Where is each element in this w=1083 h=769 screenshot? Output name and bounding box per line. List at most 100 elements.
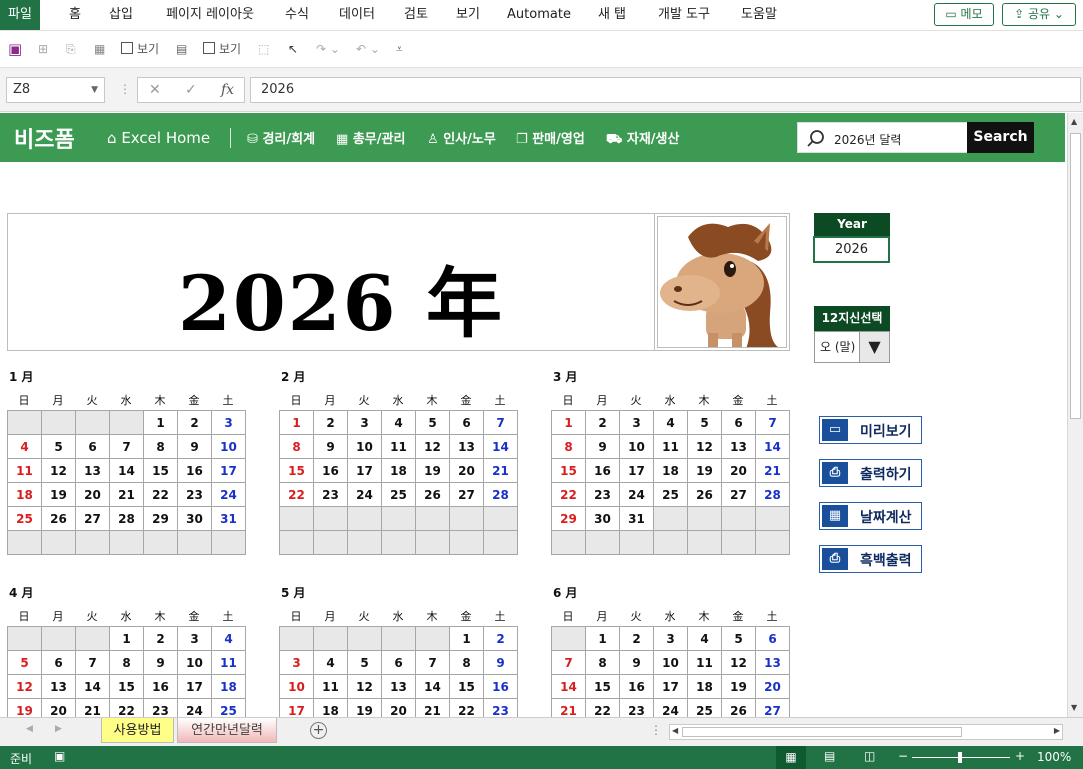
day-cell[interactable]: 9 (143, 650, 178, 675)
day-cell[interactable]: 26 (415, 482, 450, 507)
clipboard-icon[interactable]: ⎘ (66, 40, 76, 58)
zoom-level[interactable]: 100% (1037, 750, 1071, 764)
sheet-tab-usage[interactable]: 사용방법 (101, 718, 174, 743)
day-cell[interactable]: 20 (449, 458, 484, 483)
day-cell[interactable]: 10 (279, 674, 314, 699)
bw-print-button[interactable]: ⎙ 흑백출력 (819, 545, 922, 573)
day-cell[interactable]: 22 (109, 698, 144, 717)
day-cell[interactable]: 12 (687, 434, 722, 459)
day-cell[interactable]: 14 (75, 674, 110, 699)
day-cell[interactable]: 24 (653, 698, 688, 717)
day-cell[interactable]: 12 (721, 650, 756, 675)
day-cell[interactable]: 11 (211, 650, 246, 675)
frame-icon[interactable]: ⬚ (258, 40, 269, 58)
redo-icon[interactable]: ↷ ⌄ (316, 40, 340, 58)
day-cell[interactable]: 4 (7, 434, 42, 459)
day-cell[interactable]: 22 (143, 482, 178, 507)
day-cell[interactable]: 24 (211, 482, 246, 507)
zoom-out-icon[interactable]: − (898, 749, 908, 763)
day-cell[interactable]: 15 (449, 674, 484, 699)
day-cell[interactable]: 9 (585, 434, 620, 459)
day-cell[interactable] (381, 506, 416, 531)
day-cell[interactable]: 25 (7, 506, 42, 531)
day-cell[interactable]: 13 (41, 674, 76, 699)
day-cell[interactable]: 11 (7, 458, 42, 483)
day-cell[interactable]: 17 (619, 458, 654, 483)
day-cell[interactable]: 19 (687, 458, 722, 483)
day-cell[interactable]: 7 (755, 410, 790, 435)
day-cell[interactable] (75, 410, 110, 435)
day-cell[interactable]: 17 (279, 698, 314, 717)
day-cell[interactable]: 4 (381, 410, 416, 435)
day-cell[interactable]: 1 (449, 626, 484, 651)
day-cell[interactable] (313, 506, 348, 531)
customize-icon[interactable]: ⩡ (396, 40, 403, 58)
scroll-thumb[interactable] (682, 727, 962, 737)
day-cell[interactable]: 15 (551, 458, 586, 483)
day-cell[interactable] (75, 530, 110, 555)
day-cell[interactable]: 8 (585, 650, 620, 675)
day-cell[interactable]: 18 (7, 482, 42, 507)
next-sheet-icon[interactable]: ▶ (55, 724, 62, 734)
view-checkbox-1[interactable]: 보기 (121, 40, 159, 58)
day-cell[interactable]: 11 (653, 434, 688, 459)
day-cell[interactable] (279, 626, 314, 651)
day-cell[interactable]: 3 (347, 410, 382, 435)
day-cell[interactable]: 8 (551, 434, 586, 459)
day-cell[interactable] (449, 530, 484, 555)
day-cell[interactable]: 17 (211, 458, 246, 483)
tab-page-layout[interactable]: 페이지 레이아웃 (155, 0, 265, 30)
day-cell[interactable]: 15 (109, 674, 144, 699)
day-cell[interactable] (41, 530, 76, 555)
day-cell[interactable]: 19 (415, 458, 450, 483)
tab-automate[interactable]: Automate (505, 0, 573, 30)
day-cell[interactable]: 3 (211, 410, 246, 435)
page-layout-icon[interactable]: ▤ (824, 749, 835, 763)
day-cell[interactable]: 5 (347, 650, 382, 675)
day-cell[interactable]: 4 (211, 626, 246, 651)
day-cell[interactable] (109, 410, 144, 435)
day-cell[interactable]: 26 (41, 506, 76, 531)
day-cell[interactable]: 3 (279, 650, 314, 675)
day-cell[interactable]: 16 (585, 458, 620, 483)
day-cell[interactable]: 20 (381, 698, 416, 717)
day-cell[interactable]: 23 (483, 698, 518, 717)
day-cell[interactable] (483, 506, 518, 531)
add-sheet-icon[interactable]: + (310, 722, 327, 739)
day-cell[interactable]: 28 (755, 482, 790, 507)
day-cell[interactable]: 23 (143, 698, 178, 717)
day-cell[interactable]: 23 (177, 482, 212, 507)
tab-data[interactable]: 데이터 (332, 0, 382, 30)
day-cell[interactable]: 7 (109, 434, 144, 459)
day-cell[interactable]: 1 (109, 626, 144, 651)
day-cell[interactable]: 6 (449, 410, 484, 435)
day-cell[interactable]: 20 (41, 698, 76, 717)
day-cell[interactable]: 1 (143, 410, 178, 435)
day-cell[interactable]: 18 (313, 698, 348, 717)
day-cell[interactable] (755, 506, 790, 531)
day-cell[interactable]: 19 (7, 698, 42, 717)
day-cell[interactable]: 30 (585, 506, 620, 531)
day-cell[interactable]: 31 (211, 506, 246, 531)
day-cell[interactable]: 24 (619, 482, 654, 507)
year-input[interactable]: 2026 (813, 236, 890, 263)
day-cell[interactable] (449, 506, 484, 531)
day-cell[interactable] (347, 530, 382, 555)
day-cell[interactable] (653, 530, 688, 555)
prev-sheet-icon[interactable]: ◀ (26, 724, 33, 734)
day-cell[interactable]: 12 (415, 434, 450, 459)
day-cell[interactable] (687, 530, 722, 555)
day-cell[interactable]: 7 (415, 650, 450, 675)
day-cell[interactable]: 14 (551, 674, 586, 699)
day-cell[interactable]: 9 (619, 650, 654, 675)
view-checkbox-2[interactable]: 보기 (203, 40, 241, 58)
tab-file[interactable]: 파일 (0, 0, 40, 30)
day-cell[interactable]: 17 (653, 674, 688, 699)
day-cell[interactable]: 21 (75, 698, 110, 717)
day-cell[interactable]: 24 (177, 698, 212, 717)
day-cell[interactable]: 17 (177, 674, 212, 699)
day-cell[interactable] (7, 410, 42, 435)
day-cell[interactable]: 27 (75, 506, 110, 531)
day-cell[interactable] (211, 530, 246, 555)
horizontal-scrollbar[interactable]: ◀ ▶ (669, 724, 1063, 740)
